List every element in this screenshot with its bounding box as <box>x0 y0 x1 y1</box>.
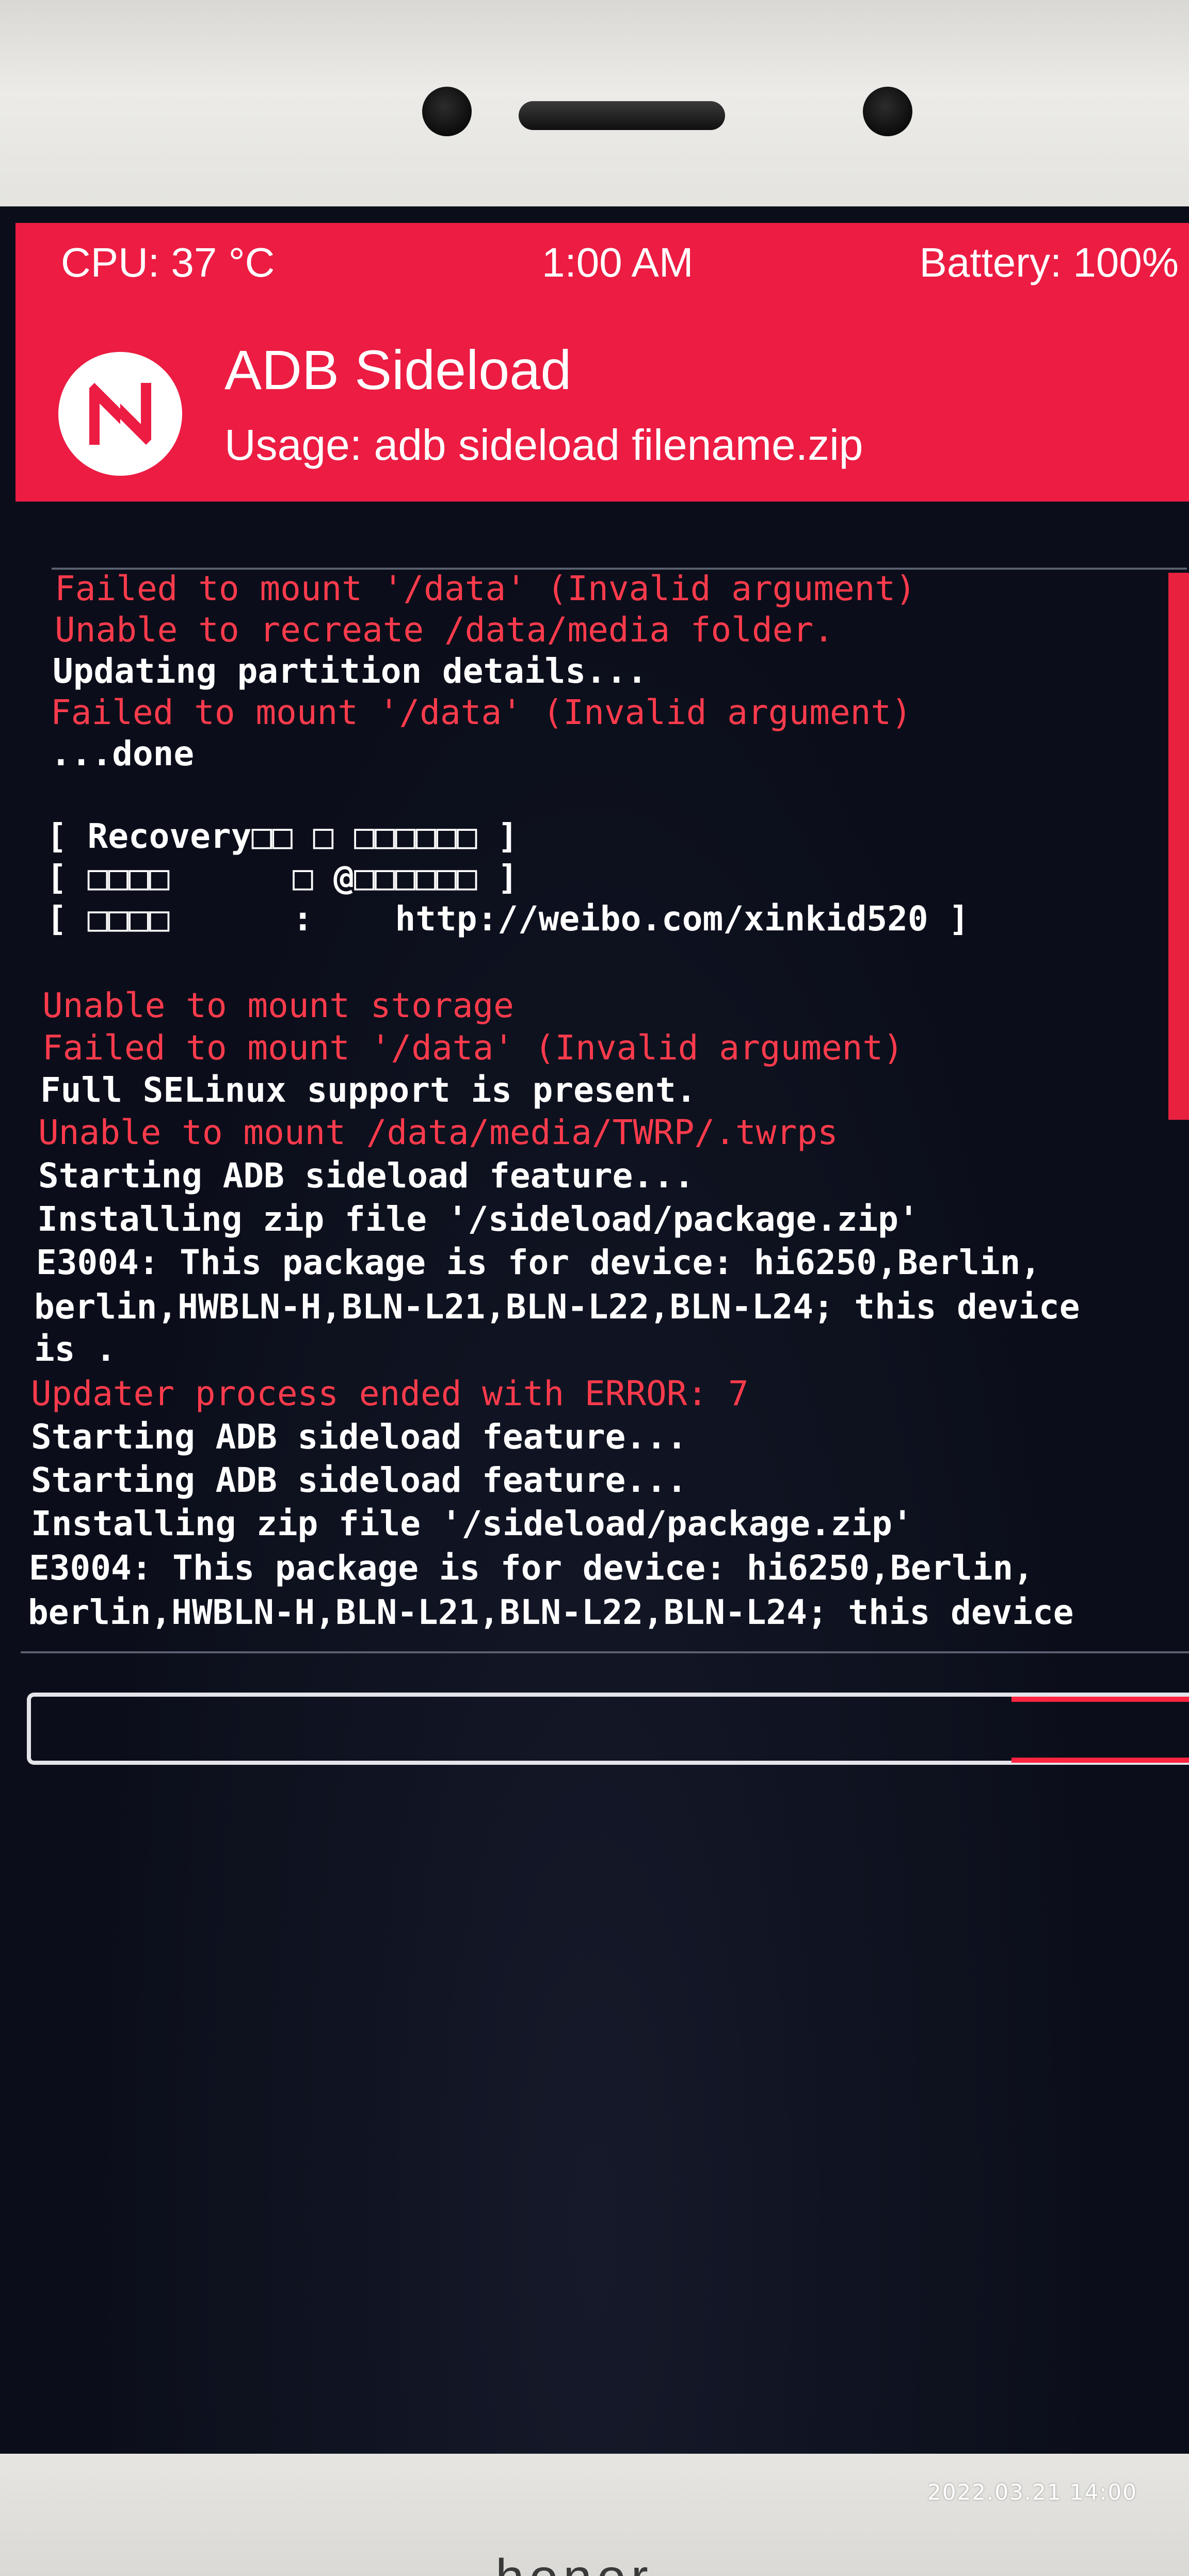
console-error-line: Updater process ended with ERROR: 7 <box>31 1374 749 1413</box>
console-line: Starting ADB sideload feature... <box>31 1417 687 1457</box>
console-line: Starting ADB sideload feature... <box>31 1460 687 1500</box>
console-error-line: Failed to mount '/data' (Invalid argumen… <box>51 693 912 732</box>
twrp-logo-icon <box>58 352 182 476</box>
console-error-line: Unable to mount storage <box>42 986 514 1025</box>
proximity-sensor <box>863 87 912 136</box>
battery-level: Battery: 100% <box>919 239 1179 285</box>
console-line: Installing zip file '/sideload/package.z… <box>37 1199 919 1239</box>
console-line: E3004: This package is for device: hi625… <box>29 1548 1034 1588</box>
console-error-line: Unable to recreate /data/media folder. <box>55 610 834 650</box>
console-line: E3004: This package is for device: hi625… <box>36 1243 1041 1282</box>
page-subtitle: Usage: adb sideload filename.zip <box>224 421 863 469</box>
clock: 1:00 AM <box>542 239 694 285</box>
console-line: Updating partition details... <box>53 651 648 691</box>
console-error-line: Unable to mount /data/media/TWRP/.twrps <box>38 1113 838 1152</box>
console-line: is . <box>34 1329 116 1369</box>
photo-timestamp: 2022.03.21 14:00 <box>927 2480 1137 2505</box>
earpiece-speaker <box>519 101 725 130</box>
page-title: ADB Sideload <box>224 339 572 401</box>
console-error-line: Failed to mount '/data' (Invalid argumen… <box>55 569 916 608</box>
twrp-header: CPU: 37 °C 1:00 AM Battery: 100% ADB Sid… <box>15 223 1189 502</box>
console-line: [ Recovery□□ □ □□□□□□ ] <box>46 816 518 856</box>
phone-body: CPU: 37 °C 1:00 AM Battery: 100% ADB Sid… <box>0 0 1189 2576</box>
console-line: [ □□□□ : http://weibo.com/xinkid520 ] <box>46 899 970 939</box>
console-line: Installing zip file '/sideload/package.z… <box>31 1504 913 1543</box>
console-line: [ □□□□ □ @□□□□□□ ] <box>46 858 518 897</box>
console-line: berlin,HWBLN-H,BLN-L21,BLN-L22,BLN-L24; … <box>28 1592 1074 1632</box>
brand-logo: honor <box>495 2552 692 2576</box>
console-line: ...done <box>51 734 195 774</box>
command-input[interactable] <box>27 1693 1189 1765</box>
input-accent-line <box>1011 1758 1189 1763</box>
console-line: berlin,HWBLN-H,BLN-L21,BLN-L22,BLN-L24; … <box>34 1287 1080 1327</box>
console-divider <box>21 1651 1189 1653</box>
top-bezel <box>0 0 1189 206</box>
console-error-line: Failed to mount '/data' (Invalid argumen… <box>42 1028 904 1068</box>
cpu-temperature: CPU: 37 °C <box>61 239 275 285</box>
console-line: Starting ADB sideload feature... <box>38 1156 695 1196</box>
front-camera <box>422 87 472 136</box>
input-accent-line <box>1011 1697 1189 1702</box>
console-line: Full SELinux support is present. <box>40 1070 697 1110</box>
console-log[interactable]: Failed to mount '/data' (Invalid argumen… <box>28 568 1187 1713</box>
recovery-screen: CPU: 37 °C 1:00 AM Battery: 100% ADB Sid… <box>0 206 1189 2454</box>
